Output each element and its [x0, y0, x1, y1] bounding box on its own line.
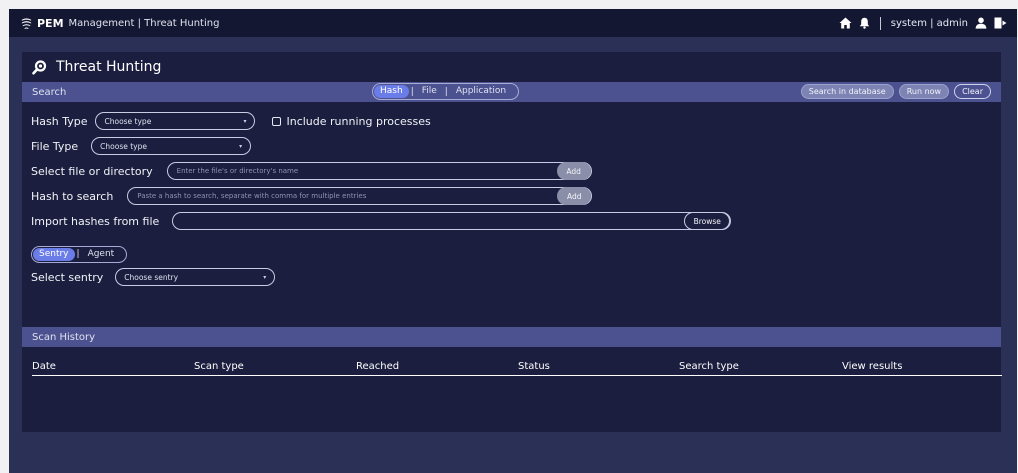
brand[interactable]: PEM Management | Threat Hunting [20, 17, 219, 30]
hash-type-value: Choose type [104, 116, 152, 126]
file-type-select[interactable]: Choose type ▾ [91, 137, 252, 155]
file-directory-placeholder: Enter the file's or directory's name [176, 167, 299, 175]
user-label[interactable]: system | admin [891, 18, 968, 29]
scan-history-label: Scan History [32, 331, 96, 343]
top-right-controls: system | admin [839, 16, 1007, 30]
hash-type-select[interactable]: Choose type ▾ [95, 112, 256, 130]
tab-hash[interactable]: Hash [374, 85, 409, 98]
tab-separator: | [444, 86, 448, 97]
run-now-button[interactable]: Run now [898, 84, 950, 99]
brand-name: PEM [37, 16, 64, 30]
app-window: PEM Management | Threat Hunting system |… [9, 9, 1017, 473]
brand-logo-icon [21, 17, 32, 29]
chevron-down-icon: ▾ [263, 273, 267, 281]
column-view-results[interactable]: View results [842, 361, 902, 372]
page-title: Threat Hunting [56, 59, 162, 75]
column-reached[interactable]: Reached [356, 361, 399, 372]
select-sentry-row: Select sentry Choose sentry ▾ [31, 267, 276, 287]
logout-icon[interactable] [994, 17, 1007, 29]
browse-button[interactable]: Browse [684, 212, 731, 230]
column-search-type[interactable]: Search type [679, 361, 739, 372]
bell-icon[interactable] [859, 17, 870, 29]
search-in-database-button[interactable]: Search in database [800, 84, 894, 99]
tab-separator: | [410, 86, 414, 97]
chevron-down-icon: ▾ [243, 117, 247, 125]
add-hash-button[interactable]: Add [557, 187, 592, 205]
import-hashes-label: Import hashes from file [31, 214, 160, 228]
target-toggle: Sentry | Agent [31, 245, 128, 263]
tab-file[interactable]: File [416, 85, 443, 98]
import-file-input[interactable]: Browse [172, 212, 732, 230]
hash-search-label: Hash to search [31, 189, 114, 203]
file-type-value: Choose type [100, 141, 147, 151]
search-icon [32, 59, 47, 74]
column-date[interactable]: Date [32, 361, 56, 372]
tab-agent[interactable]: Agent [82, 248, 121, 261]
add-file-button[interactable]: Add [556, 162, 591, 180]
hash-type-row: Hash Type Choose type ▾ Include running … [31, 111, 431, 131]
hash-search-input[interactable]: Paste a hash to search, separate with co… [127, 187, 593, 205]
table-header-divider [32, 375, 1002, 376]
divider [879, 16, 881, 30]
threat-hunting-panel: Threat Hunting Search Hash | File | Appl… [22, 52, 1002, 432]
column-status[interactable]: Status [518, 361, 550, 372]
top-bar: PEM Management | Threat Hunting system |… [9, 9, 1017, 37]
home-icon[interactable] [839, 17, 852, 29]
breadcrumb: Management | Threat Hunting [68, 17, 220, 29]
search-actions: Search in database Run now Clear [800, 84, 991, 99]
file-type-label: File Type [31, 139, 79, 153]
tab-sentry[interactable]: Sentry [33, 247, 75, 261]
panel-header: Threat Hunting [22, 52, 1001, 82]
sentry-value: Choose sentry [124, 272, 179, 282]
column-scan-type[interactable]: Scan type [194, 361, 244, 372]
chevron-down-icon: ▾ [239, 142, 243, 150]
hash-search-row: Hash to search Paste a hash to search, s… [31, 186, 593, 206]
search-mode-tabs: Hash | File | Application [372, 83, 520, 100]
file-type-row: File Type Choose type ▾ [31, 136, 252, 156]
select-sentry-label: Select sentry [31, 270, 104, 284]
tab-separator: | [76, 249, 80, 259]
hash-type-label: Hash Type [31, 114, 88, 128]
target-toggle-row: Sentry | Agent [31, 244, 128, 264]
sentry-select[interactable]: Choose sentry ▾ [115, 268, 276, 286]
clear-button[interactable]: Clear [954, 84, 991, 99]
import-hashes-row: Import hashes from file Browse [31, 211, 732, 231]
select-file-row: Select file or directory Enter the file'… [31, 161, 592, 181]
include-running-label[interactable]: Include running processes [286, 115, 430, 128]
search-section-label: Search [32, 86, 67, 98]
tab-application[interactable]: Application [450, 85, 512, 98]
scan-history-bar: Scan History [22, 327, 1001, 347]
select-file-label: Select file or directory [31, 164, 153, 178]
hash-search-placeholder: Paste a hash to search, separate with co… [137, 192, 367, 200]
search-section-bar: Search Hash | File | Application Search … [22, 82, 1001, 102]
include-running-checkbox[interactable] [272, 116, 282, 126]
file-directory-input[interactable]: Enter the file's or directory's name Add [166, 162, 592, 180]
user-icon[interactable] [975, 17, 987, 29]
